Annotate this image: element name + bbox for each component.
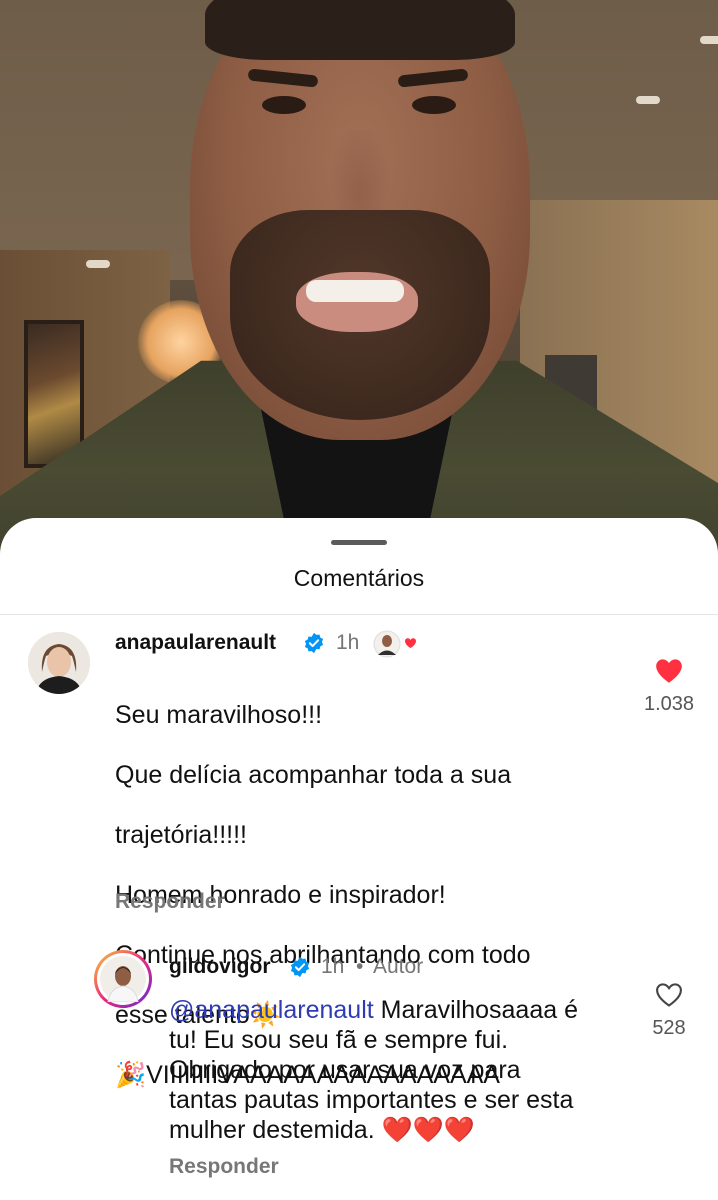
creator-liked-heart-icon	[373, 630, 416, 658]
divider	[0, 614, 718, 615]
teeth	[306, 280, 404, 302]
avatar-portrait-icon	[100, 956, 146, 1002]
like-heart-icon[interactable]	[655, 658, 683, 684]
verified-badge-icon	[290, 956, 310, 978]
comment-line: Seu maravilhoso!!!	[115, 701, 323, 729]
reply-button[interactable]: Responder	[115, 890, 225, 914]
eye	[412, 96, 456, 114]
comment-line: Que delícia acompanhar toda a sua	[115, 761, 512, 789]
comment-username[interactable]: gildovigor	[169, 955, 271, 979]
ceiling-light	[86, 260, 110, 268]
creator-liked-indicator	[372, 629, 420, 659]
comment-time: 1h	[321, 955, 345, 978]
video-frame[interactable]	[0, 0, 718, 560]
like-count: 1.038	[643, 693, 695, 715]
sheet-title: Comentários	[293, 565, 425, 591]
comment-line: trajetória!!!!!	[115, 821, 247, 849]
avatar-portrait-icon	[28, 632, 90, 694]
hair	[205, 0, 515, 60]
comment-time: 1h	[336, 631, 360, 654]
like-count: 528	[652, 1017, 686, 1039]
comments-sheet: Comentários anapaularenault 1h Seu marav…	[0, 518, 718, 1200]
comment-username[interactable]: anapaularenault	[115, 631, 276, 655]
ceiling-light	[700, 36, 718, 44]
verified-badge-icon	[304, 632, 324, 654]
comment-text: @anapaularenault Maravilhosaaaa é tu! Eu…	[169, 995, 639, 1145]
author-tag: Autor	[373, 955, 424, 978]
avatar[interactable]	[28, 632, 90, 694]
nose	[330, 130, 390, 220]
mention-link[interactable]: @anapaularenault	[169, 996, 374, 1024]
eye	[262, 96, 306, 114]
reply-button[interactable]: Responder	[169, 1155, 279, 1179]
separator-dot: •	[356, 955, 364, 978]
avatar-story-ring[interactable]	[94, 950, 152, 1008]
like-heart-outline-icon[interactable]	[655, 982, 683, 1008]
drag-handle[interactable]	[331, 540, 387, 545]
ceiling-light	[636, 96, 660, 104]
